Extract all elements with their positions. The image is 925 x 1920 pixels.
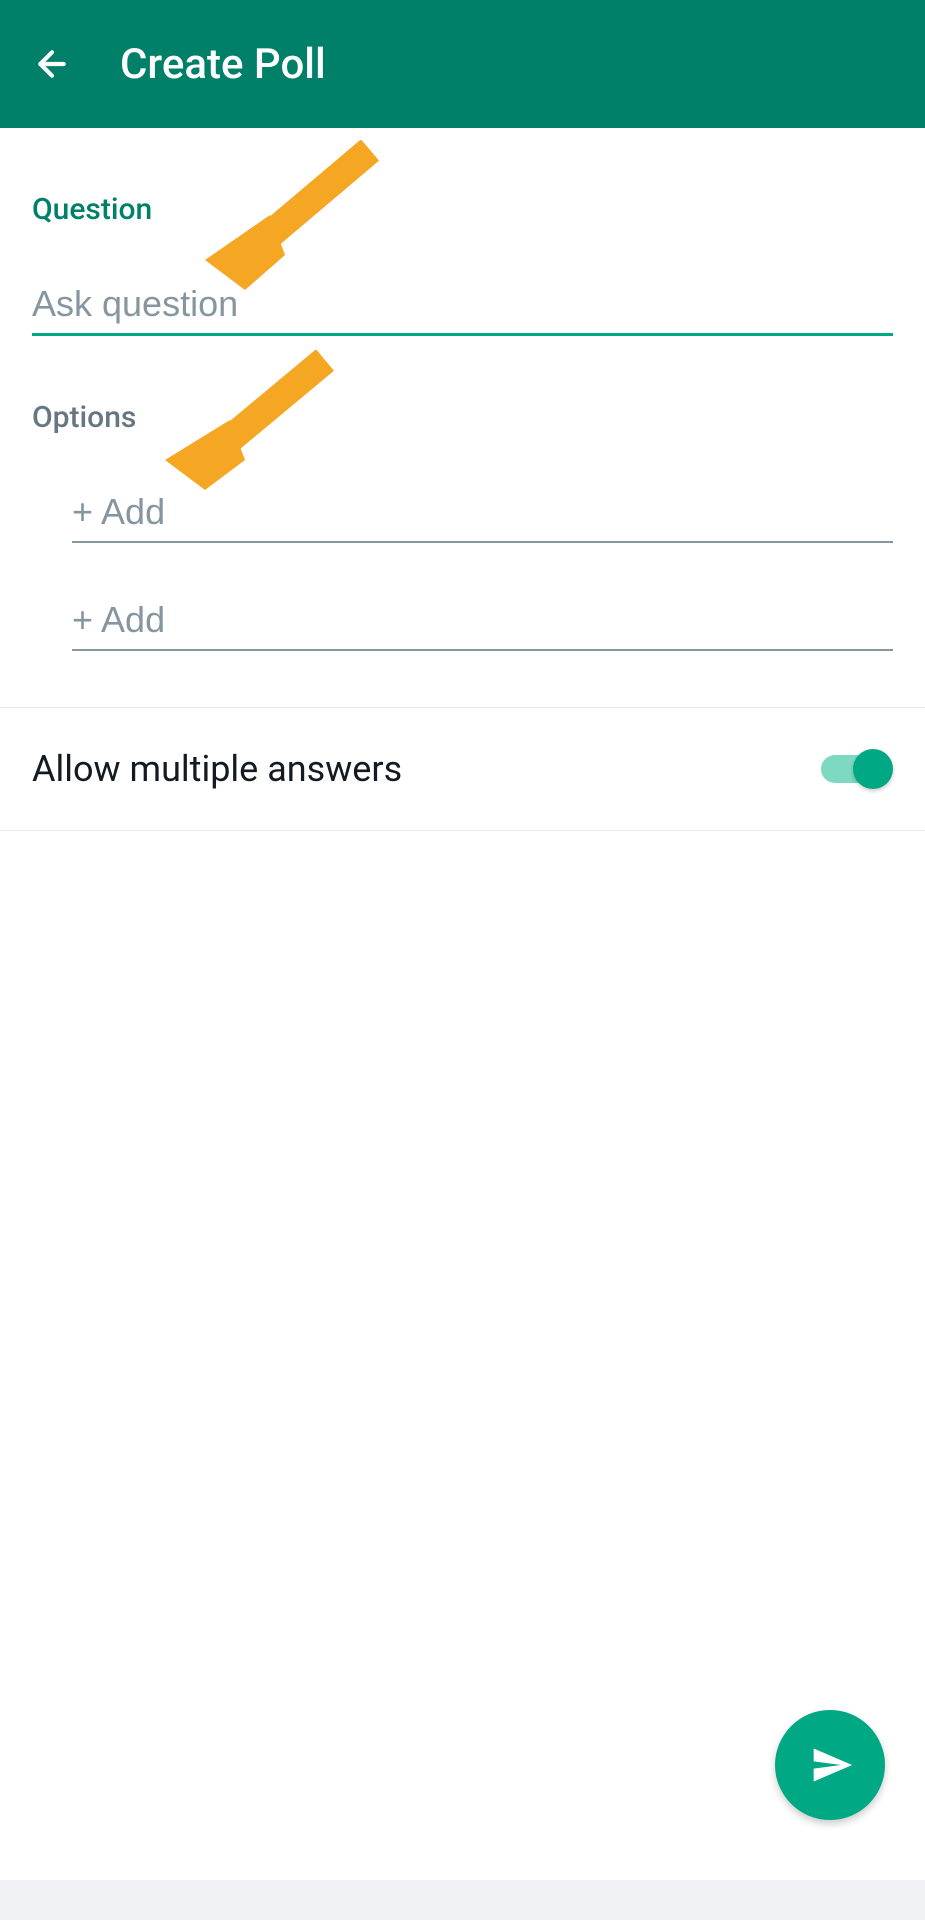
main-content: Question Options Allow multiple answers — [0, 128, 925, 863]
option-input-1[interactable] — [72, 483, 893, 543]
back-icon[interactable] — [32, 44, 72, 84]
question-input[interactable] — [32, 275, 893, 336]
multiple-answers-toggle[interactable] — [821, 749, 893, 789]
send-icon — [810, 1743, 854, 1787]
multiple-answers-row: Allow multiple answers — [0, 708, 925, 831]
multiple-answers-label: Allow multiple answers — [32, 748, 402, 790]
question-label: Question — [32, 192, 893, 227]
options-label: Options — [32, 400, 893, 435]
send-button[interactable] — [775, 1710, 885, 1820]
bottom-bar — [0, 1880, 925, 1920]
app-header: Create Poll — [0, 0, 925, 128]
page-title: Create Poll — [120, 40, 326, 89]
toggle-thumb — [853, 749, 893, 789]
option-input-2[interactable] — [72, 591, 893, 651]
